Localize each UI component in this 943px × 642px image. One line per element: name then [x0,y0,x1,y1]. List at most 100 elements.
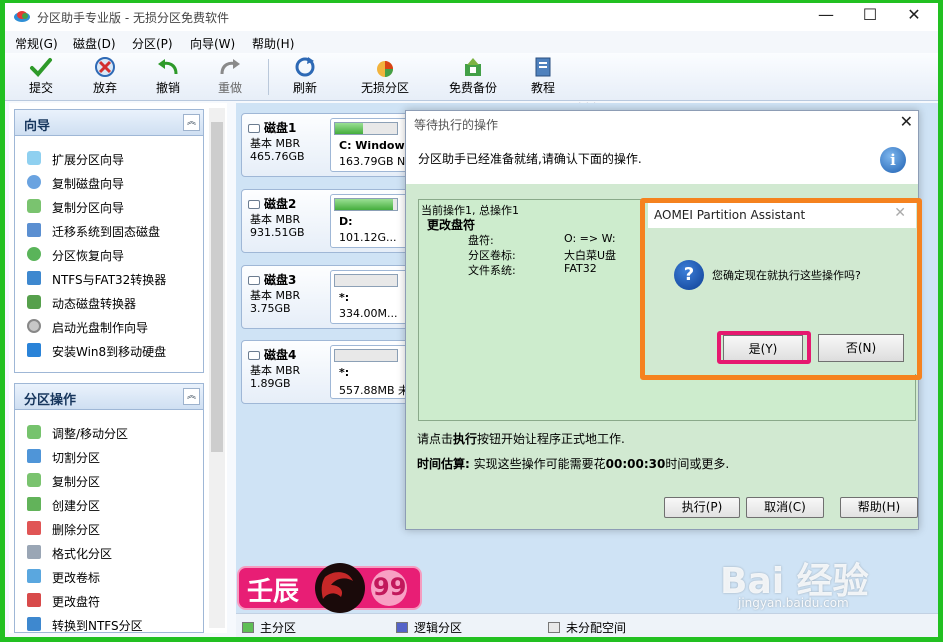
disk-type: 基本 MBR [250,137,301,150]
legend-bar: 主分区 逻辑分区 未分配空间 [236,613,938,637]
change-letter-icon [27,593,41,607]
partition-name: D: [339,215,353,228]
op-item-change-letter[interactable]: 更改盘符 [15,588,203,612]
close-button[interactable]: ✕ [892,3,936,29]
extend-partition-icon [27,151,41,165]
wizard-item-recovery[interactable]: 分区恢复向导 [15,242,203,266]
toolbar-separator [268,59,269,95]
op-item-create[interactable]: 创建分区 [15,492,203,516]
disk-size: 3.75GB [250,302,291,315]
menu-bar: 常规(G) 磁盘(D) 分区(P) 向导(W) 帮助(H) [5,31,938,53]
split-partition-icon [27,449,41,463]
tutorial-icon [535,57,551,77]
op-name: 更改盘符 [427,218,476,232]
discard-icon [95,57,115,77]
op-item-convert-ntfs[interactable]: 转换到NTFS分区 [15,612,203,636]
primary-swatch [242,622,254,633]
wizard-item-copy-disk[interactable]: 复制磁盘向导 [15,170,203,194]
minimize-button[interactable]: — [804,3,848,29]
refresh-button[interactable]: 刷新 [287,56,323,96]
cancel-button[interactable]: 取消(C) [746,497,824,518]
op-item-format[interactable]: 格式化分区 [15,540,203,564]
partition-ops-collapse-icon[interactable]: ︽ [183,388,200,405]
partition-block[interactable]: C: Windows1 163.79GB NTFS [330,118,425,172]
op-item-copy[interactable]: 复制分区 [15,468,203,492]
dynamic-disk-icon [27,295,41,309]
wizard-item-copy-partition[interactable]: 复制分区向导 [15,194,203,218]
disk-name: 磁盘1 [248,119,296,136]
wizard-panel: 向导 ︽ 扩展分区向导 复制磁盘向导 复制分区向导 迁移系统到固态磁盘 分区恢复… [14,109,204,373]
resize-partition-icon [27,425,41,439]
disk-name: 磁盘3 [248,271,296,288]
redo-label: 重做 [217,81,242,95]
disk-icon [248,351,260,360]
partition-name: *: [339,291,350,304]
free-backup-button[interactable]: 免费备份 [445,56,501,96]
disk-icon [248,200,260,209]
menu-wizard[interactable]: 向导(W) [190,35,235,52]
disk-type: 基本 MBR [250,289,301,302]
left-scrollbar[interactable] [209,108,225,628]
partition-name: *: [339,366,350,379]
delete-partition-icon [27,521,41,535]
pending-dialog-message: 分区助手已经准备就绪,请确认下面的操作. [418,152,642,166]
menu-partition[interactable]: 分区(P) [132,35,173,52]
op-item-change-label[interactable]: 更改卷标 [15,564,203,588]
wizard-item-ntfs-fat32[interactable]: NTFS与FAT32转换器 [15,266,203,290]
partition-block[interactable]: *: 334.00M... [330,270,410,324]
menu-general[interactable]: 常规(G) [15,35,58,52]
wizard-panel-title: 向导 [24,119,51,134]
partition-size: 334.00M... [339,307,398,320]
toolbar: 提交 放弃 撤销 重做 刷新 无损分区 免费备份 教程 [5,53,938,101]
maximize-button[interactable]: ☐ [848,3,892,29]
window-title: 分区助手专业版 - 无损分区免费软件 [37,11,229,25]
help-button[interactable]: 帮助(H) [840,497,918,518]
op-item-delete[interactable]: 删除分区 [15,516,203,540]
wizard-item-win8-usb[interactable]: 安装Win8到移动硬盘 [15,338,203,362]
usage-bar [334,349,398,362]
confirm-question: 您确定现在就执行这些操作吗? [712,269,861,282]
lossless-partition-button[interactable]: 无损分区 [357,56,413,96]
partition-size: 101.12G... [339,231,397,244]
op-field-value: O: => W: [564,232,616,245]
confirm-dialog-title: AOMEI Partition Assistant [654,208,806,222]
wizard-item-extend[interactable]: 扩展分区向导 [15,146,203,170]
op-item-resize[interactable]: 调整/移动分区 [15,420,203,444]
question-icon: ? [674,260,704,290]
menu-help[interactable]: 帮助(H) [252,35,294,52]
confirm-dialog-body: ? 您确定现在就执行这些操作吗? [648,228,916,321]
change-label-icon [27,569,41,583]
tutorial-button[interactable]: 教程 [525,56,561,96]
unallocated-swatch [548,622,560,633]
commit-button[interactable]: 提交 [23,56,59,96]
wizard-item-dynamic-disk[interactable]: 动态磁盘转换器 [15,290,203,314]
watermark-badge: 壬辰 99 [237,563,422,613]
no-button[interactable]: 否(N) [818,334,904,362]
disk-icon [248,276,260,285]
wizard-panel-header: 向导 ︽ [15,110,203,136]
op-field-value: FAT32 [564,262,597,275]
usage-bar [334,122,398,135]
wizard-item-boot-disc[interactable]: 启动光盘制作向导 [15,314,203,338]
usage-bar [334,198,398,211]
menu-disk[interactable]: 磁盘(D) [73,35,116,52]
wizard-item-migrate-ssd[interactable]: 迁移系统到固态磁盘 [15,218,203,242]
partition-block[interactable]: D: 101.12G... [330,194,410,248]
baidu-url: jingyan.baidu.com [738,596,849,610]
pending-dialog-banner: 分区助手已经准备就绪,请确认下面的操作. i [406,136,918,184]
execute-button[interactable]: 执行(P) [664,497,740,518]
partition-ops-header: 分区操作 ︽ [15,384,203,410]
discard-button[interactable]: 放弃 [87,56,123,96]
redo-button[interactable]: 重做 [212,56,248,96]
info-icon: i [880,147,906,173]
pending-dialog-close-button[interactable]: ✕ [900,112,913,131]
op-item-split[interactable]: 切割分区 [15,444,203,468]
partition-ops-title: 分区操作 [24,393,77,408]
wizard-collapse-icon[interactable]: ︽ [183,114,200,131]
scrollbar-thumb[interactable] [211,122,223,452]
undo-button[interactable]: 撤销 [150,56,186,96]
checkmark-icon [30,58,52,77]
op-field-label: 盘符: [468,234,494,247]
discard-label: 放弃 [92,81,117,95]
confirm-close-button[interactable]: ✕ [894,205,906,221]
